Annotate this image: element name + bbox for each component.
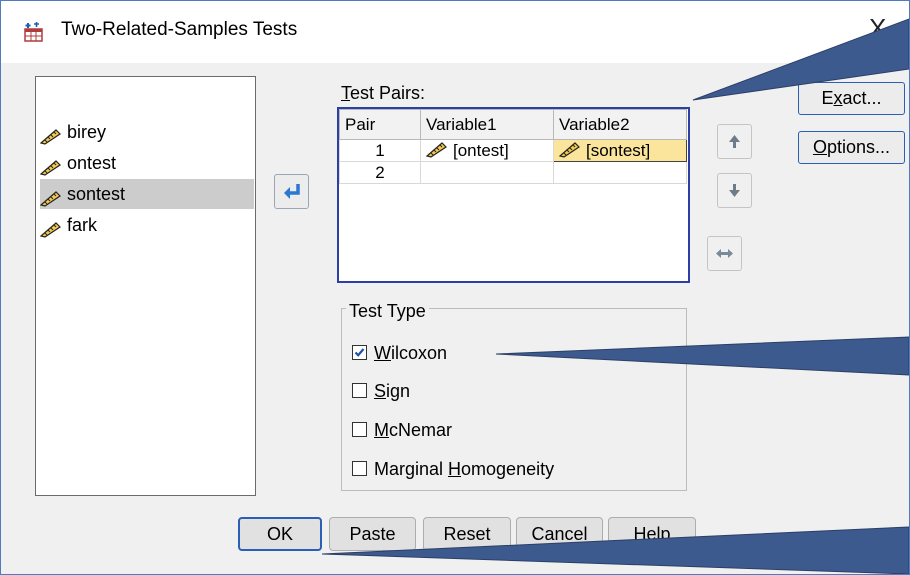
column-header-variable1[interactable]: Variable1: [420, 109, 554, 140]
exact-button[interactable]: Exact...: [798, 82, 905, 115]
scale-ruler-icon: [39, 155, 62, 176]
variable-name: birey: [67, 122, 107, 142]
reset-button[interactable]: Reset: [423, 517, 511, 551]
app-table-icon: [24, 22, 44, 42]
scale-ruler-icon: [558, 142, 581, 158]
variable-item-sontest[interactable]: sontest: [39, 179, 254, 209]
help-button[interactable]: Help: [608, 517, 696, 551]
scale-ruler-icon: [425, 142, 448, 158]
variable-item-birey[interactable]: birey: [39, 117, 254, 147]
pair-variable2-value: [sontest]: [586, 141, 651, 160]
wilcoxon-checkbox[interactable]: Wilcoxon: [352, 342, 447, 364]
swap-arrows-icon: [716, 249, 733, 258]
marginal-homogeneity-label: Marginal Homogeneity: [374, 459, 555, 479]
table-row[interactable]: 1 [ontest] [sontest]: [339, 139, 687, 162]
close-button[interactable]: X: [869, 15, 886, 41]
mcnemar-checkbox[interactable]: McNemar: [352, 419, 452, 441]
marginal-homogeneity-checkbox[interactable]: Marginal Homogeneity: [352, 458, 554, 480]
pair-variable1-cell[interactable]: [420, 161, 554, 184]
arrow-up-icon: [729, 135, 740, 148]
source-variable-list[interactable]: birey ontest sontest fark: [35, 76, 256, 496]
checkbox-unchecked-icon[interactable]: [352, 461, 367, 477]
test-pairs-grid[interactable]: Pair Variable1 Variable2 1 [ontest] [son…: [337, 107, 690, 283]
pair-variable1-cell[interactable]: [ontest]: [420, 139, 554, 162]
pair-variable2-cell[interactable]: [sontest]: [553, 139, 687, 162]
scale-ruler-icon: [39, 217, 62, 238]
ok-button[interactable]: OK: [238, 517, 322, 551]
checkbox-unchecked-icon[interactable]: [352, 422, 367, 438]
variable-name: ontest: [67, 153, 117, 173]
test-type-legend: Test Type: [346, 301, 429, 322]
pair-variable1-value: [ontest]: [453, 141, 509, 160]
move-down-button[interactable]: [717, 173, 752, 208]
window-title: Two-Related-Samples Tests: [61, 19, 298, 40]
cancel-button[interactable]: Cancel: [516, 517, 603, 551]
title-bar: Two-Related-Samples Tests X: [1, 1, 909, 63]
paste-button[interactable]: Paste: [329, 517, 416, 551]
dialog-body: birey ontest sontest fark Test Pairs: Pa…: [1, 63, 909, 574]
sign-checkbox[interactable]: Sign: [352, 380, 410, 402]
move-up-button[interactable]: [717, 124, 752, 159]
checkbox-checked-icon[interactable]: [352, 345, 367, 361]
variable-item-fark[interactable]: fark: [39, 210, 254, 240]
pair-number: 2: [339, 161, 421, 184]
test-pairs-label: Test Pairs:: [341, 83, 426, 103]
checkbox-unchecked-icon[interactable]: [352, 383, 367, 399]
variable-name: fark: [67, 215, 98, 235]
variable-item-ontest[interactable]: ontest: [39, 148, 254, 178]
scale-ruler-icon: [39, 124, 62, 145]
arrow-down-icon: [729, 184, 740, 197]
swap-variables-button[interactable]: [707, 236, 742, 271]
pair-number: 1: [339, 139, 421, 162]
test-pairs-table: Pair Variable1 Variable2 1 [ontest] [son…: [339, 109, 687, 184]
column-header-pair[interactable]: Pair: [339, 109, 421, 140]
sign-label: Sign: [374, 381, 411, 401]
table-row[interactable]: 2: [339, 161, 687, 184]
options-button[interactable]: Options...: [798, 131, 905, 164]
mcnemar-label: McNemar: [374, 420, 453, 440]
scale-ruler-icon: [39, 186, 62, 207]
pair-variable2-cell[interactable]: [553, 161, 687, 184]
return-arrow-icon: [284, 184, 300, 199]
column-header-variable2[interactable]: Variable2: [553, 109, 687, 140]
variable-name: sontest: [67, 184, 126, 204]
move-to-pairs-button[interactable]: [274, 174, 309, 209]
dialog-window: Two-Related-Samples Tests X birey ontest…: [0, 0, 910, 575]
wilcoxon-label: Wilcoxon: [374, 343, 448, 363]
